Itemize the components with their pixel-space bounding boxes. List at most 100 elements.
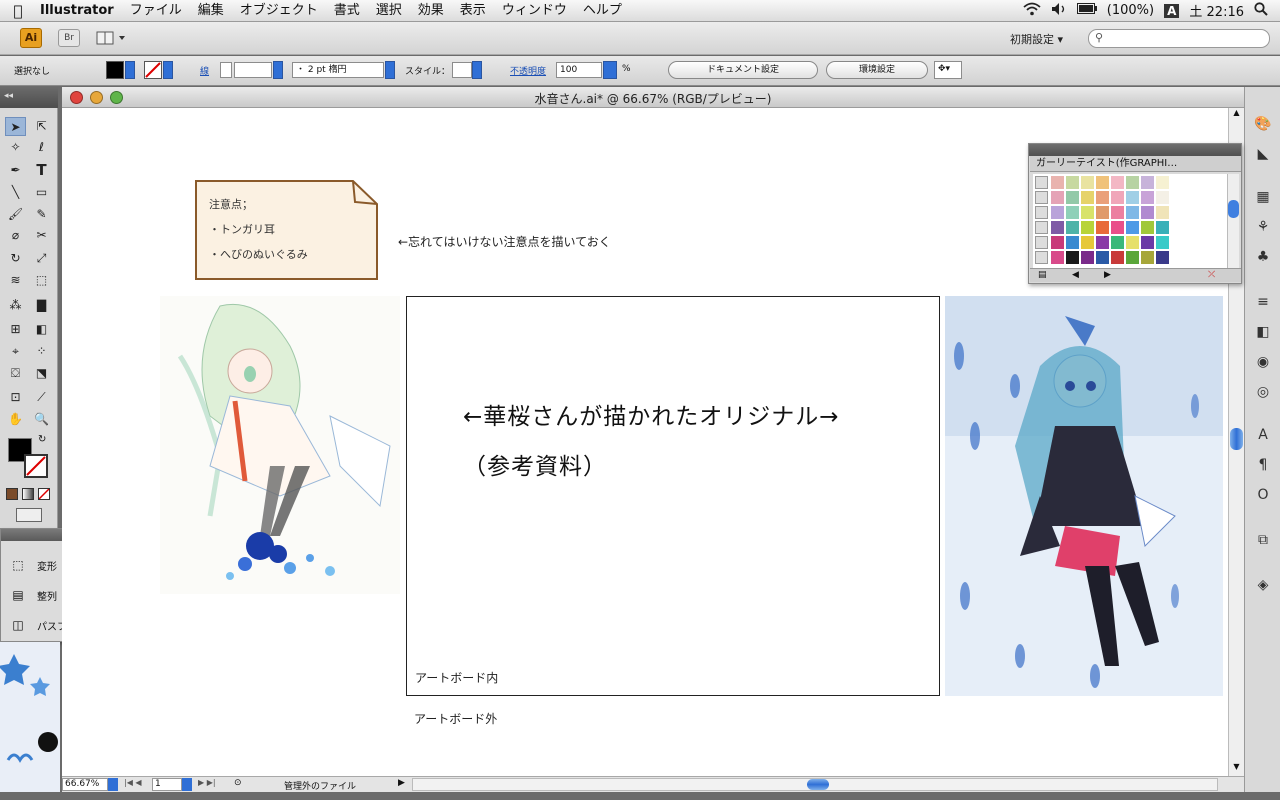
horizontal-scroll-thumb[interactable] bbox=[807, 779, 829, 790]
menu-object[interactable]: オブジェクト bbox=[232, 0, 326, 22]
selection-tool-icon[interactable]: ➤ bbox=[5, 117, 26, 136]
style-dropdown[interactable] bbox=[472, 61, 482, 79]
swatch-color[interactable] bbox=[1066, 221, 1079, 234]
library-menu-icon[interactable]: ▤ bbox=[1038, 270, 1047, 280]
lasso-tool-icon[interactable]: ℓ bbox=[31, 138, 52, 157]
brush-definition-field[interactable]: ・ 2 pt 楕円 bbox=[292, 62, 384, 78]
scroll-up-icon[interactable]: ▲ bbox=[1231, 108, 1242, 122]
blob-brush-tool-icon[interactable]: ⌀ bbox=[5, 226, 26, 245]
input-method-icon[interactable]: A bbox=[1164, 3, 1180, 18]
free-transform-tool-icon[interactable]: ⬚ bbox=[31, 271, 52, 290]
swatch-color[interactable] bbox=[1156, 236, 1169, 249]
swatch-library-tab[interactable]: ガーリーテイスト(作GRAPHI… bbox=[1030, 156, 1241, 172]
pencil-tool-icon[interactable]: ✎ bbox=[31, 205, 52, 224]
brushes-icon[interactable]: ⚘ bbox=[1253, 217, 1273, 237]
swatch-color[interactable] bbox=[1141, 236, 1154, 249]
eyedropper-tool-icon[interactable]: ⌖ bbox=[5, 342, 26, 361]
stroke-dropdown[interactable] bbox=[163, 61, 173, 79]
swatch-color[interactable] bbox=[1081, 191, 1094, 204]
opentype-panel-icon[interactable]: O bbox=[1253, 485, 1273, 505]
reference-illustration-left[interactable] bbox=[160, 296, 400, 594]
swatch-color[interactable] bbox=[1111, 221, 1124, 234]
note-annotation[interactable]: ←忘れてはいけない注意点を描いておく bbox=[398, 233, 611, 250]
opacity-slider-button[interactable] bbox=[603, 61, 617, 79]
artboard-number-input[interactable]: 1 bbox=[152, 778, 182, 791]
color-guide-icon[interactable]: ◣ bbox=[1253, 144, 1273, 164]
menu-select[interactable]: 選択 bbox=[368, 0, 410, 22]
swatch-color[interactable] bbox=[1096, 191, 1109, 204]
menu-help[interactable]: ヘルプ bbox=[575, 0, 630, 22]
zoom-tool-icon[interactable]: 🔍 bbox=[31, 410, 52, 429]
previous-library-icon[interactable]: ◀ bbox=[1072, 270, 1079, 280]
battery-icon[interactable] bbox=[1076, 3, 1097, 18]
swatch-color[interactable] bbox=[1126, 206, 1139, 219]
swatch-color[interactable] bbox=[1096, 236, 1109, 249]
document-setup-button[interactable]: ドキュメント設定 bbox=[668, 61, 818, 79]
menu-view[interactable]: 表示 bbox=[452, 0, 494, 22]
swatch-color[interactable] bbox=[1051, 236, 1064, 249]
arrange-documents-button[interactable] bbox=[96, 29, 128, 47]
app-menu[interactable]: Illustrator bbox=[36, 0, 122, 22]
clock[interactable]: 土 22:16 bbox=[1189, 1, 1244, 20]
swatch-color[interactable] bbox=[1066, 236, 1079, 249]
stroke-panel-icon[interactable]: ≡ bbox=[1253, 292, 1273, 312]
type-tool-icon[interactable]: T bbox=[31, 161, 52, 180]
first-artboard-icon[interactable]: |◀ ◀ bbox=[124, 778, 142, 787]
swatches-icon[interactable]: ▦ bbox=[1253, 187, 1273, 207]
swatch-group-folder-icon[interactable] bbox=[1035, 206, 1048, 219]
status-text[interactable]: 管理外のファイル bbox=[284, 779, 356, 792]
artboard[interactable]: ←華桜さんが描かれたオリジナル→ （参考資料） アートボード内 bbox=[406, 296, 940, 696]
stroke-color-icon[interactable] bbox=[24, 454, 48, 478]
brush-dropdown[interactable] bbox=[385, 61, 395, 79]
swatch-color[interactable] bbox=[1126, 251, 1139, 264]
gradient-panel-icon[interactable]: ◧ bbox=[1253, 322, 1273, 342]
swatch-color[interactable] bbox=[1156, 221, 1169, 234]
magic-wand-tool-icon[interactable]: ✧ bbox=[5, 138, 26, 157]
swatch-color[interactable] bbox=[1156, 176, 1169, 189]
paintbrush-tool-icon[interactable]: 🖌 bbox=[5, 205, 26, 224]
align-panel-item[interactable]: ▤ 整列 bbox=[9, 587, 57, 603]
screen-mode-icon[interactable] bbox=[16, 508, 42, 522]
line-tool-icon[interactable]: ╲ bbox=[5, 183, 26, 202]
paragraph-panel-icon[interactable]: ¶ bbox=[1253, 455, 1273, 475]
scissors-tool-icon[interactable]: ✂ bbox=[31, 226, 52, 245]
next-library-icon[interactable]: ▶ bbox=[1104, 270, 1111, 280]
appearance-panel-icon[interactable]: ◎ bbox=[1253, 382, 1273, 402]
stroke-weight-label[interactable]: 線 bbox=[200, 64, 209, 77]
menu-effect[interactable]: 効果 bbox=[410, 0, 452, 22]
last-artboard-icon[interactable]: ▶ ▶| bbox=[198, 778, 216, 787]
zoom-dropdown[interactable] bbox=[108, 778, 118, 791]
collapse-icon[interactable]: ◂◂ bbox=[4, 91, 13, 101]
graph-tool-icon[interactable]: ▇ bbox=[31, 296, 52, 315]
transform-panel-item[interactable]: ⬚ 変形 bbox=[9, 557, 57, 573]
horizontal-scrollbar[interactable] bbox=[412, 778, 1218, 791]
swatch-color[interactable] bbox=[1156, 206, 1169, 219]
none-mode-icon[interactable] bbox=[38, 488, 50, 500]
swatch-color[interactable] bbox=[1111, 206, 1124, 219]
color-palette-icon[interactable]: 🎨 bbox=[1253, 114, 1273, 134]
swatch-color[interactable] bbox=[1066, 176, 1079, 189]
pen-tool-icon[interactable]: ✒ bbox=[5, 161, 26, 180]
direct-selection-tool-icon[interactable]: ⇱ bbox=[31, 117, 52, 136]
swatch-group-folder-icon[interactable] bbox=[1035, 191, 1048, 204]
swatch-color[interactable] bbox=[1141, 206, 1154, 219]
blend-tool-icon[interactable]: ⁘ bbox=[31, 342, 52, 361]
swatch-group-folder-icon[interactable] bbox=[1035, 251, 1048, 264]
opacity-label[interactable]: 不透明度 bbox=[510, 64, 546, 77]
vertical-scroll-thumb[interactable] bbox=[1230, 428, 1243, 450]
swatch-color[interactable] bbox=[1111, 251, 1124, 264]
panel-header[interactable] bbox=[1029, 144, 1241, 156]
swatch-group-folder-icon[interactable] bbox=[1035, 221, 1048, 234]
artboards-panel-icon[interactable]: ⧉ bbox=[1253, 530, 1273, 550]
gradient-tool-icon[interactable]: ◧ bbox=[31, 320, 52, 339]
stroke-weight-dropdown[interactable] bbox=[273, 61, 283, 79]
scale-tool-icon[interactable]: ⤢ bbox=[31, 249, 52, 268]
workspace-switcher[interactable]: 初期設定 ▾ bbox=[1010, 31, 1063, 47]
swatch-color[interactable] bbox=[1066, 251, 1079, 264]
document-title-bar[interactable]: 水音さん.ai* @ 66.67% (RGB/プレビュー) bbox=[62, 87, 1244, 108]
tools-panel-header[interactable]: ◂◂ bbox=[0, 87, 58, 108]
selection-tools-icon[interactable]: ✥▾ bbox=[934, 61, 962, 79]
stroke-color-swatch[interactable] bbox=[144, 61, 162, 79]
menu-window[interactable]: ウィンドウ bbox=[494, 0, 575, 22]
style-swatch[interactable] bbox=[452, 62, 472, 78]
